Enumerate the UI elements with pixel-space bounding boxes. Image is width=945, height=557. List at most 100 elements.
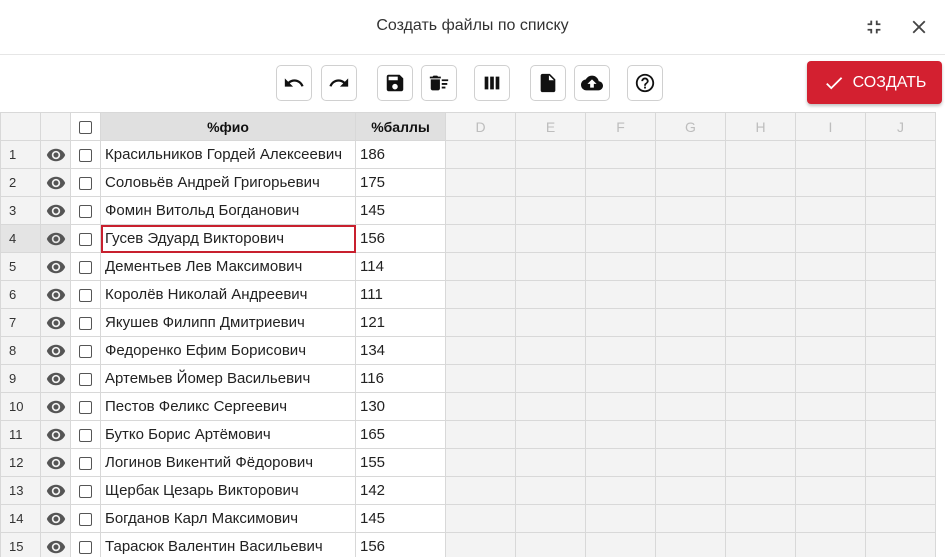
cell-j[interactable] <box>865 448 936 477</box>
delete-rows-button[interactable] <box>421 65 457 101</box>
table-row[interactable]: 4 Гусев Эдуард Викторович 156 <box>0 224 936 253</box>
cell-fio[interactable]: Щербак Цезарь Викторович <box>100 476 356 505</box>
cell-d[interactable] <box>445 476 516 505</box>
cell-fio[interactable]: Гусев Эдуард Викторович <box>100 224 356 253</box>
row-number[interactable]: 15 <box>0 532 41 557</box>
cell-score[interactable]: 156 <box>355 224 446 253</box>
cell-g[interactable] <box>655 252 726 281</box>
row-visibility-toggle[interactable] <box>40 532 71 557</box>
row-visibility-toggle[interactable] <box>40 476 71 505</box>
cell-i[interactable] <box>795 196 866 225</box>
cell-score[interactable]: 114 <box>355 252 446 281</box>
cell-score[interactable]: 186 <box>355 140 446 169</box>
cell-j[interactable] <box>865 280 936 309</box>
cell-f[interactable] <box>585 392 656 421</box>
collapse-icon[interactable] <box>862 15 886 39</box>
cell-j[interactable] <box>865 140 936 169</box>
cell-j[interactable] <box>865 196 936 225</box>
row-checkbox-cell[interactable] <box>70 420 101 449</box>
row-visibility-toggle[interactable] <box>40 168 71 197</box>
cell-score[interactable]: 134 <box>355 336 446 365</box>
cell-f[interactable] <box>585 448 656 477</box>
cell-e[interactable] <box>515 476 586 505</box>
cell-d[interactable] <box>445 364 516 393</box>
upload-button[interactable] <box>574 65 610 101</box>
table-row[interactable]: 6 Королёв Николай Андреевич 111 <box>0 280 936 309</box>
cell-j[interactable] <box>865 224 936 253</box>
table-row[interactable]: 1 Красильников Гордей Алексеевич 186 <box>0 140 936 169</box>
cell-h[interactable] <box>725 140 796 169</box>
select-all-cell[interactable] <box>70 112 101 141</box>
cell-i[interactable] <box>795 448 866 477</box>
row-checkbox[interactable] <box>79 456 92 470</box>
cell-e[interactable] <box>515 168 586 197</box>
row-checkbox[interactable] <box>79 400 92 414</box>
row-number[interactable]: 10 <box>0 392 41 421</box>
cell-h[interactable] <box>725 448 796 477</box>
row-number[interactable]: 12 <box>0 448 41 477</box>
cell-f[interactable] <box>585 476 656 505</box>
row-number[interactable]: 8 <box>0 336 41 365</box>
cell-j[interactable] <box>865 252 936 281</box>
cell-h[interactable] <box>725 476 796 505</box>
cell-g[interactable] <box>655 392 726 421</box>
row-number[interactable]: 3 <box>0 196 41 225</box>
row-number[interactable]: 7 <box>0 308 41 337</box>
row-checkbox[interactable] <box>79 260 92 274</box>
cell-fio[interactable]: Пестов Феликс Сергеевич <box>100 392 356 421</box>
cell-fio[interactable]: Королёв Николай Андреевич <box>100 280 356 309</box>
cell-g[interactable] <box>655 196 726 225</box>
row-checkbox[interactable] <box>79 428 92 442</box>
cell-d[interactable] <box>445 168 516 197</box>
cell-e[interactable] <box>515 308 586 337</box>
cell-j[interactable] <box>865 336 936 365</box>
cell-j[interactable] <box>865 364 936 393</box>
table-row[interactable]: 10 Пестов Феликс Сергеевич 130 <box>0 392 936 421</box>
row-number[interactable]: 11 <box>0 420 41 449</box>
cell-f[interactable] <box>585 280 656 309</box>
cell-g[interactable] <box>655 336 726 365</box>
cell-i[interactable] <box>795 532 866 557</box>
cell-fio[interactable]: Артемьев Йомер Васильевич <box>100 364 356 393</box>
row-number[interactable]: 14 <box>0 504 41 533</box>
cell-g[interactable] <box>655 364 726 393</box>
cell-f[interactable] <box>585 364 656 393</box>
table-row[interactable]: 15 Тарасюк Валентин Васильевич 156 <box>0 532 936 557</box>
row-checkbox[interactable] <box>79 512 92 526</box>
cell-e[interactable] <box>515 448 586 477</box>
row-visibility-toggle[interactable] <box>40 504 71 533</box>
row-checkbox-cell[interactable] <box>70 364 101 393</box>
cell-fio[interactable]: Федоренко Ефим Борисович <box>100 336 356 365</box>
cell-f[interactable] <box>585 252 656 281</box>
cell-f[interactable] <box>585 532 656 557</box>
cell-i[interactable] <box>795 308 866 337</box>
row-visibility-toggle[interactable] <box>40 420 71 449</box>
table-row[interactable]: 2 Соловьёв Андрей Григорьевич 175 <box>0 168 936 197</box>
cell-f[interactable] <box>585 140 656 169</box>
cell-score[interactable]: 111 <box>355 280 446 309</box>
cell-h[interactable] <box>725 336 796 365</box>
cell-e[interactable] <box>515 532 586 557</box>
cell-score[interactable]: 121 <box>355 308 446 337</box>
cell-fio[interactable]: Красильников Гордей Алексеевич <box>100 140 356 169</box>
cell-i[interactable] <box>795 280 866 309</box>
row-number[interactable]: 6 <box>0 280 41 309</box>
column-header-f[interactable]: F <box>585 112 656 141</box>
cell-fio[interactable]: Фомин Витольд Богданович <box>100 196 356 225</box>
row-visibility-toggle[interactable] <box>40 140 71 169</box>
column-header-i[interactable]: I <box>795 112 866 141</box>
cell-j[interactable] <box>865 420 936 449</box>
save-button[interactable] <box>377 65 413 101</box>
row-checkbox-cell[interactable] <box>70 196 101 225</box>
column-header-g[interactable]: G <box>655 112 726 141</box>
row-visibility-toggle[interactable] <box>40 280 71 309</box>
cell-g[interactable] <box>655 280 726 309</box>
cell-f[interactable] <box>585 196 656 225</box>
cell-d[interactable] <box>445 504 516 533</box>
cell-e[interactable] <box>515 140 586 169</box>
row-number[interactable]: 9 <box>0 364 41 393</box>
row-checkbox[interactable] <box>79 372 92 386</box>
table-row[interactable]: 12 Логинов Викентий Фёдорович 155 <box>0 448 936 477</box>
cell-fio[interactable]: Соловьёв Андрей Григорьевич <box>100 168 356 197</box>
cell-i[interactable] <box>795 476 866 505</box>
